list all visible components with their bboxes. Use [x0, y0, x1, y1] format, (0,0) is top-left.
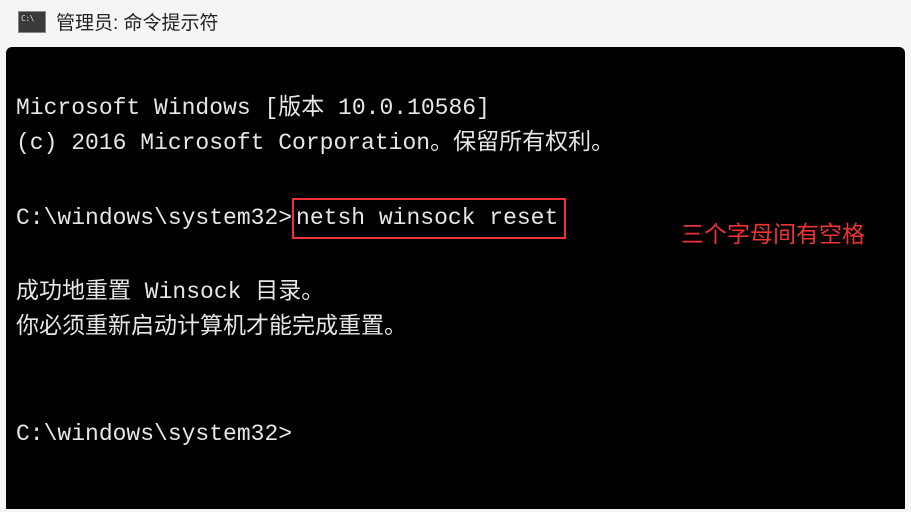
- command-1: netsh winsock reset: [296, 205, 558, 231]
- annotation-note: 三个字母间有空格: [681, 217, 865, 253]
- prompt-2: C:\windows\system32>: [16, 421, 292, 447]
- cmd-icon: [18, 11, 46, 33]
- version-line: Microsoft Windows [版本 10.0.10586]: [16, 95, 490, 121]
- window-title: 管理员: 命令提示符: [56, 8, 219, 35]
- prompt-1: C:\windows\system32>: [16, 205, 292, 231]
- terminal-body[interactable]: Microsoft Windows [版本 10.0.10586] (c) 20…: [6, 47, 905, 509]
- window-title-bar: 管理员: 命令提示符: [0, 0, 911, 47]
- result-line-1: 成功地重置 Winsock 目录。: [16, 279, 324, 305]
- copyright-line: (c) 2016 Microsoft Corporation。保留所有权利。: [16, 130, 614, 156]
- command-highlight: netsh winsock reset: [292, 198, 566, 240]
- command-line-1: C:\windows\system32>netsh winsock reset: [16, 205, 566, 231]
- result-line-2: 你必须重新启动计算机才能完成重置。: [16, 314, 407, 340]
